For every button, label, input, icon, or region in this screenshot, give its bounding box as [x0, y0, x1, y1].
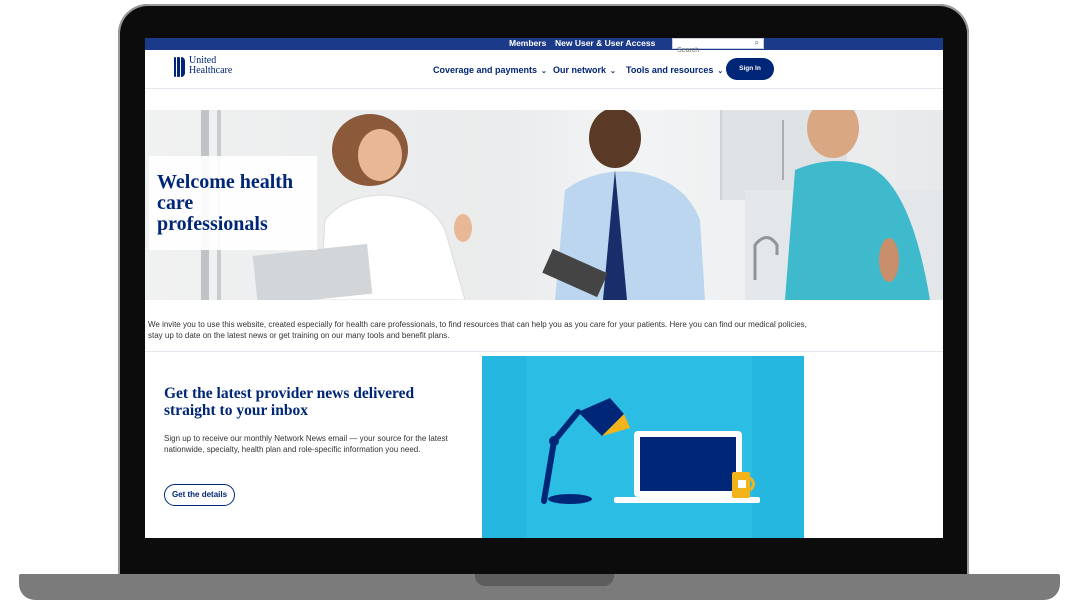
- uhc-logo-text[interactable]: United Healthcare: [189, 56, 232, 76]
- chevron-down-icon: ⌄: [541, 68, 547, 75]
- utility-bar: Members New User & User Access ⌕: [145, 38, 943, 55]
- nav-our-network[interactable]: Our network ⌄: [553, 65, 616, 75]
- sign-in-button[interactable]: Sign In: [726, 58, 774, 80]
- chevron-down-icon: ⌄: [610, 68, 616, 75]
- newsletter-illustration: [482, 356, 804, 538]
- main-header: United Healthcare Coverage and payments ⌄…: [145, 50, 943, 89]
- laptop-notch: [475, 574, 614, 586]
- logo-line-2: Healthcare: [189, 65, 233, 76]
- website-screen: Members New User & User Access ⌕ United …: [145, 38, 943, 538]
- chevron-down-icon: ⌄: [717, 68, 724, 75]
- new-user-access-link[interactable]: New User & User Access: [555, 38, 655, 49]
- news-card-title: Get the latest provider news delivered s…: [164, 385, 415, 419]
- intro-paragraph: We invite you to use this website, creat…: [148, 320, 807, 340]
- search-icon[interactable]: ⌕: [755, 38, 759, 48]
- nav-coverage-and-payments[interactable]: Coverage and payments ⌄: [433, 65, 547, 75]
- section-divider: [145, 351, 943, 352]
- get-the-details-button[interactable]: Get the details: [164, 484, 235, 506]
- desk-lamp-laptop-illustration: [526, 356, 760, 538]
- nav-label: Tools and resources: [626, 65, 714, 75]
- hero-banner: Welcome health care professionals: [145, 110, 943, 300]
- hero-title: Welcome health care professionals: [157, 171, 294, 235]
- members-link[interactable]: Members: [509, 38, 546, 49]
- news-card-body: Sign up to receive our monthly Network N…: [164, 434, 448, 454]
- nav-label: Coverage and payments: [433, 65, 538, 75]
- uhc-logo-icon[interactable]: [174, 57, 185, 77]
- nav-label: Our network: [553, 65, 607, 75]
- search-box: ⌕: [672, 38, 764, 55]
- nav-tools-and-resources[interactable]: Tools and resources ⌄: [626, 65, 723, 75]
